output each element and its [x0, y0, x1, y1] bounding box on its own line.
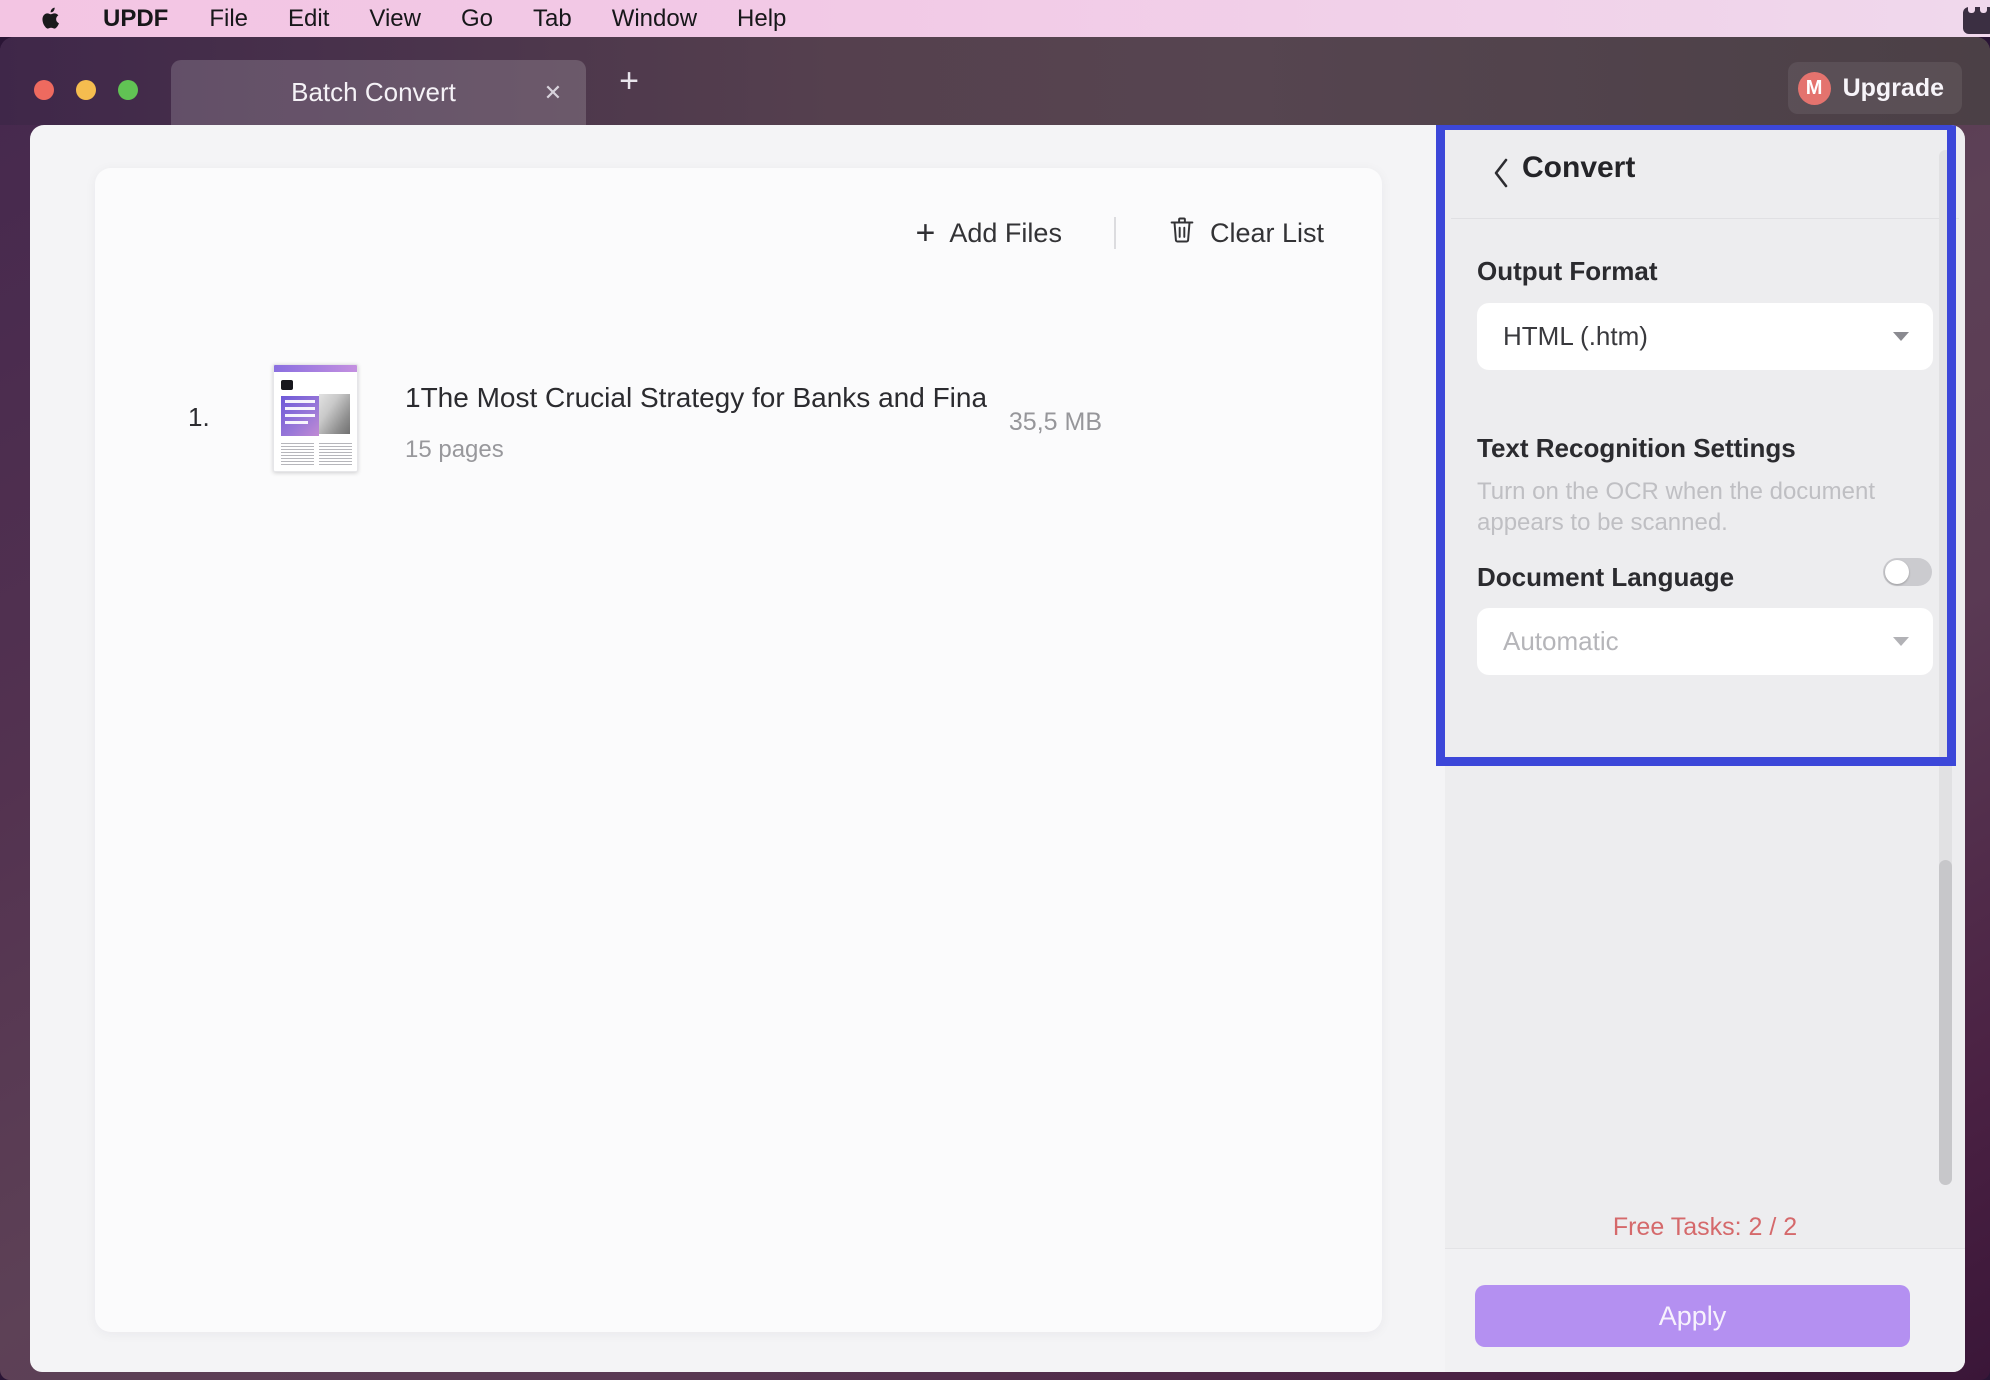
tab-title: Batch Convert	[291, 77, 456, 107]
file-index: 1.	[188, 402, 210, 432]
menu-item-edit[interactable]: Edit	[268, 0, 349, 37]
close-window-button[interactable]	[34, 80, 54, 100]
tab-batch-convert[interactable]: Batch Convert ✕	[171, 60, 586, 125]
ocr-toggle-knob	[1885, 560, 1909, 584]
minimize-window-button[interactable]	[76, 80, 96, 100]
scrollbar-thumb[interactable]	[1939, 860, 1952, 1185]
output-format-dropdown[interactable]: HTML (.htm)	[1477, 303, 1933, 370]
back-button[interactable]	[1483, 149, 1519, 197]
output-format-value: HTML (.htm)	[1503, 321, 1648, 351]
output-format-label: Output Format	[1477, 256, 1658, 286]
clear-list-label: Clear List	[1209, 217, 1324, 248]
document-language-value: Automatic	[1503, 626, 1619, 656]
apply-bar: Apply	[1445, 1248, 1965, 1372]
panel-header-divider	[1451, 218, 1959, 219]
apply-button[interactable]: Apply	[1475, 1285, 1910, 1347]
add-files-button[interactable]: + Add Files	[916, 216, 1062, 250]
convert-panel: Convert Output Format HTML (.htm) Text R…	[1436, 125, 1965, 1372]
free-tasks-counter: Free Tasks: 2 / 2	[1612, 1213, 1798, 1241]
close-tab-icon[interactable]: ✕	[538, 78, 568, 108]
trash-icon	[1168, 215, 1196, 252]
titlebar: Batch Convert ✕ + M Upgrade	[0, 37, 1990, 125]
panel-header: Convert	[1445, 125, 1965, 218]
menubar-tray-icon[interactable]	[1963, 7, 1990, 34]
add-files-label: Add Files	[949, 217, 1062, 248]
document-language-label: Document Language	[1477, 562, 1735, 592]
file-list-card: + Add Files Clear List 1. 1The Most Cruc…	[95, 168, 1382, 1332]
ocr-description-line1: Turn on the OCR when the document	[1477, 478, 1875, 505]
batch-convert-main: + Add Files Clear List 1. 1The Most Cruc…	[30, 125, 1445, 1372]
panel-title: Convert	[1522, 151, 1636, 184]
menu-item-view[interactable]: View	[349, 0, 441, 37]
panel-scrollbar[interactable]	[1939, 150, 1952, 1185]
menu-bar: UPDF File Edit View Go Tab Window Help	[0, 0, 1990, 37]
file-row[interactable]: 1. 1The Most Crucial Strategy for Banks …	[95, 364, 1382, 474]
text-recognition-label: Text Recognition Settings	[1477, 433, 1796, 463]
zoom-window-button[interactable]	[118, 80, 138, 100]
file-title: 1The Most Crucial Strategy for Banks and…	[405, 382, 988, 413]
plus-icon: +	[915, 214, 936, 252]
file-page-count: 15 pages	[405, 436, 504, 463]
ocr-description: Turn on the OCR when the document appear…	[1477, 476, 1875, 538]
window-content: + Add Files Clear List 1. 1The Most Cruc…	[30, 125, 1965, 1372]
clear-list-button[interactable]: Clear List	[1168, 215, 1324, 252]
list-toolbar: + Add Files Clear List	[916, 204, 1324, 262]
menu-item-file[interactable]: File	[189, 0, 268, 37]
file-thumbnail	[273, 364, 358, 472]
menu-item-go[interactable]: Go	[441, 0, 513, 37]
new-tab-button[interactable]: +	[608, 57, 650, 105]
menu-item-tab[interactable]: Tab	[513, 0, 592, 37]
menu-item-help[interactable]: Help	[717, 0, 806, 37]
apple-menu-icon[interactable]	[32, 6, 66, 32]
toolbar-divider	[1113, 217, 1116, 249]
updf-window: Batch Convert ✕ + M Upgrade + Add Files	[0, 37, 1990, 1380]
ocr-toggle[interactable]	[1883, 558, 1932, 586]
file-size: 35,5 MB	[1008, 408, 1102, 436]
menu-item-window[interactable]: Window	[592, 0, 717, 37]
chevron-down-icon	[1893, 332, 1909, 341]
screen: UPDF File Edit View Go Tab Window Help B…	[0, 0, 1990, 1380]
upgrade-button[interactable]: M Upgrade	[1787, 62, 1962, 114]
avatar: M	[1797, 71, 1831, 105]
chevron-down-icon	[1893, 637, 1909, 646]
document-language-dropdown[interactable]: Automatic	[1477, 608, 1933, 675]
ocr-description-line2: appears to be scanned.	[1477, 509, 1728, 536]
upgrade-label: Upgrade	[1842, 73, 1944, 102]
menu-item-updf[interactable]: UPDF	[82, 0, 189, 37]
